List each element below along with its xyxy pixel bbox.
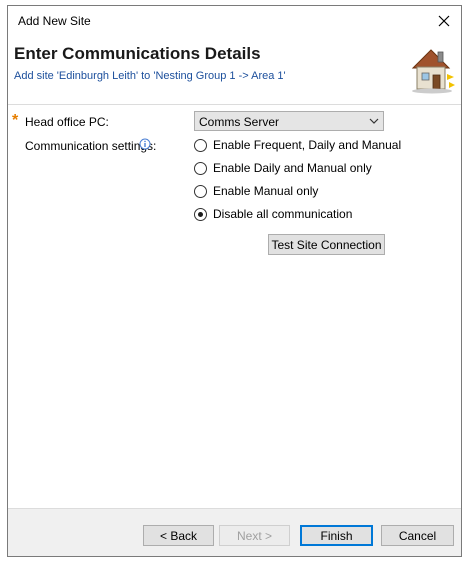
next-button[interactable]: Next >	[219, 525, 290, 546]
finish-button[interactable]: Finish	[300, 525, 373, 546]
required-marker: *	[12, 112, 19, 129]
chevron-down-icon	[369, 118, 379, 124]
back-button[interactable]: < Back	[143, 525, 214, 546]
head-office-label: Head office PC:	[25, 115, 109, 129]
communication-settings-label: Communication settings:	[25, 139, 157, 153]
close-icon	[438, 15, 450, 27]
window-title: Add New Site	[18, 14, 91, 28]
radio-button-selected[interactable]	[194, 208, 207, 221]
radio-dot	[198, 212, 203, 217]
head-office-select-value: Comms Server	[199, 115, 280, 129]
radio-label: Disable all communication	[213, 207, 353, 221]
test-site-connection-button[interactable]: Test Site Connection	[268, 234, 385, 255]
radio-label: Enable Daily and Manual only	[213, 161, 372, 175]
radio-button[interactable]	[194, 139, 207, 152]
radio-button[interactable]	[194, 185, 207, 198]
info-icon[interactable]	[139, 138, 151, 150]
page-subtitle: Add site 'Edinburgh Leith' to 'Nesting G…	[14, 70, 286, 82]
form-content: * Head office PC: Comms Server Communica…	[8, 105, 461, 508]
house-icon	[411, 49, 455, 94]
add-new-site-dialog: Add New Site Enter Communications Detail…	[7, 5, 462, 557]
title-bar: Add New Site	[8, 6, 461, 36]
footer-divider	[8, 508, 461, 509]
page-title: Enter Communications Details	[14, 44, 261, 63]
head-office-select[interactable]: Comms Server	[194, 111, 384, 131]
close-button[interactable]	[427, 6, 461, 36]
radio-label: Enable Manual only	[213, 184, 319, 198]
radio-label: Enable Frequent, Daily and Manual	[213, 138, 402, 152]
wizard-header: Enter Communications Details Add site 'E…	[8, 36, 461, 105]
radio-button[interactable]	[194, 162, 207, 175]
cancel-button[interactable]: Cancel	[381, 525, 454, 546]
